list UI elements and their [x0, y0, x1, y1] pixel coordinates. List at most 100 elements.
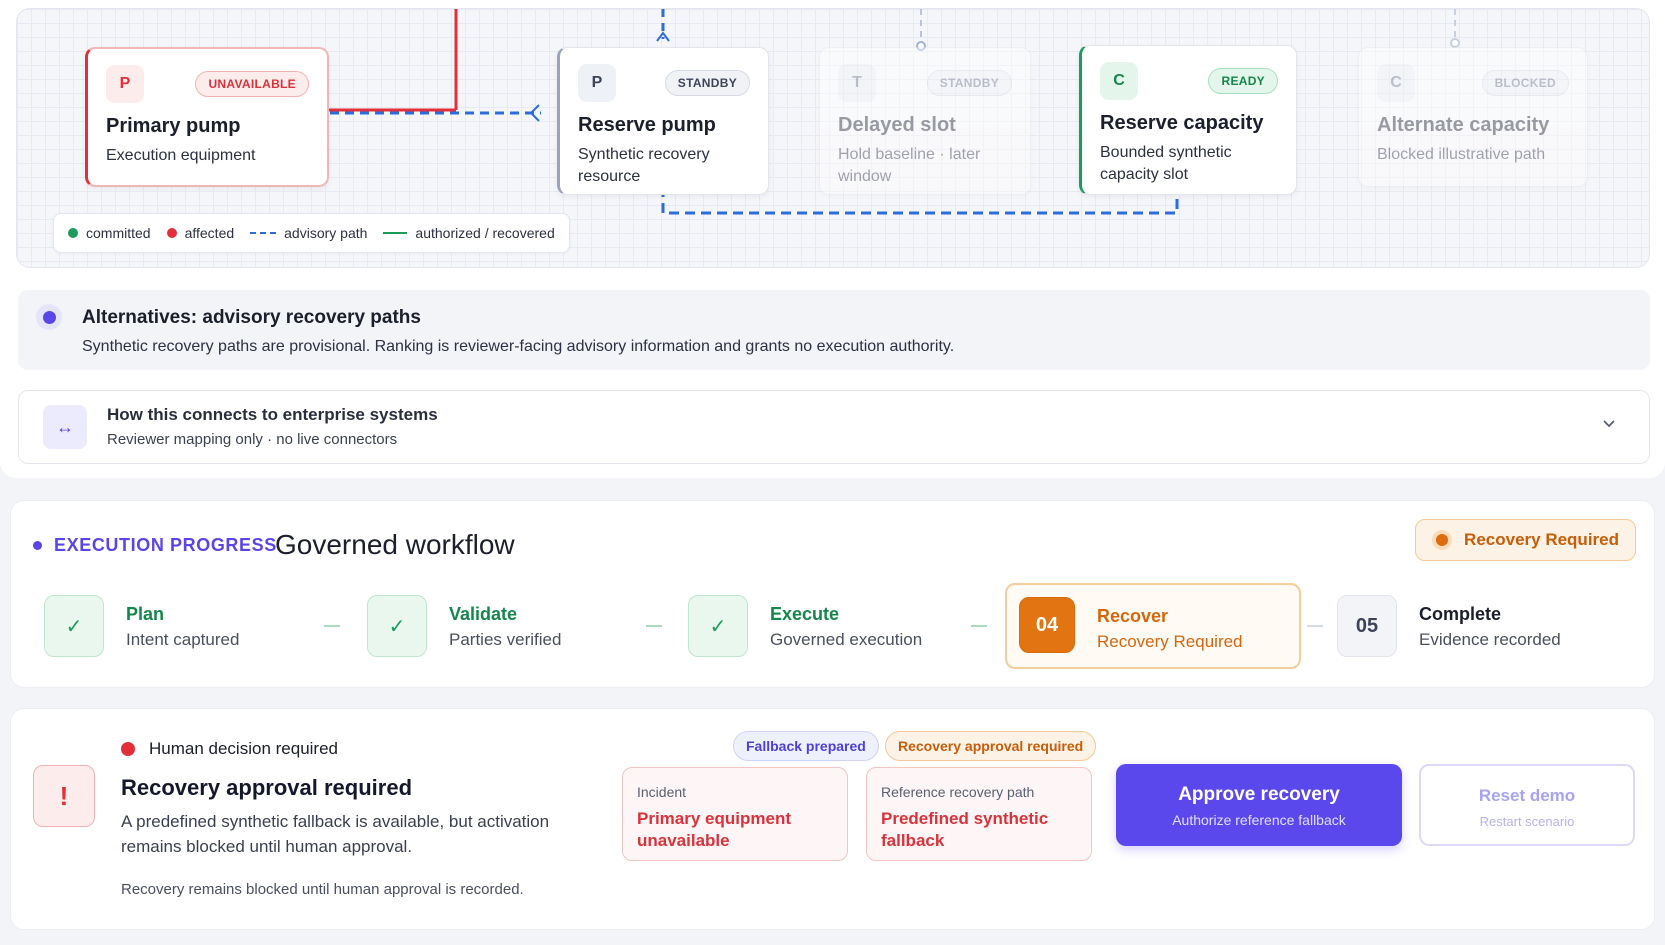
- decision-body: A predefined synthetic fallback is avail…: [121, 812, 550, 856]
- legend-advisory: advisory path: [250, 225, 367, 241]
- incident-box: Incident Primary equipment unavailable: [622, 767, 848, 861]
- alternatives-banner: Alternatives: advisory recovery paths Sy…: [18, 290, 1650, 370]
- accordion-subtitle: Reviewer mapping only · no live connecto…: [107, 431, 398, 448]
- step-description: Recovery Required: [1097, 632, 1243, 651]
- dependency-canvas: P UNAVAILABLE Primary pump Execution equ…: [16, 8, 1650, 268]
- node-title: Reserve capacity: [1100, 112, 1264, 134]
- alert-icon: !: [33, 765, 95, 827]
- approval-required-badge: Recovery approval required: [885, 731, 1097, 761]
- status-badge-unavailable: UNAVAILABLE: [195, 71, 309, 97]
- node-reserve-pump[interactable]: P STANDBY Reserve pump Synthetic recover…: [557, 47, 769, 195]
- node-tag: T: [838, 64, 876, 102]
- node-title: Delayed slot: [838, 114, 956, 136]
- node-alternate-capacity[interactable]: C BLOCKED Alternate capacity Blocked ill…: [1358, 47, 1588, 187]
- approve-label: Approve recovery: [1178, 784, 1340, 805]
- step-description: Evidence recorded: [1419, 630, 1561, 649]
- check-icon: ✓: [367, 595, 427, 657]
- step-description: Parties verified: [449, 630, 562, 649]
- approve-sublabel: Authorize reference fallback: [1172, 812, 1346, 828]
- reference-path-label: Reference recovery path: [881, 784, 1035, 800]
- step-name: Validate: [449, 604, 518, 624]
- check-icon: ✓: [44, 595, 104, 657]
- info-dot-icon: [36, 304, 62, 330]
- step-connector: [971, 625, 987, 627]
- node-tag: C: [1100, 62, 1138, 100]
- step-connector: [1307, 625, 1323, 627]
- node-subtitle: Blocked illustrative path: [1377, 146, 1546, 163]
- status-badge-standby: STANDBY: [664, 70, 750, 96]
- reference-path-box: Reference recovery path Predefined synth…: [866, 767, 1092, 861]
- legend-label: advisory path: [284, 225, 368, 241]
- node-tag: C: [1377, 64, 1415, 102]
- recovery-diagram-card: P UNAVAILABLE Primary pump Execution equ…: [0, 0, 1665, 478]
- diagram-legend: committed affected advisory path authori…: [53, 213, 570, 253]
- approve-recovery-button[interactable]: Approve recovery Authorize reference fal…: [1116, 764, 1402, 846]
- step-number: 05: [1337, 595, 1397, 657]
- status-badge-ready: READY: [1208, 68, 1278, 94]
- accordion-title: How this connects to enterprise systems: [107, 405, 438, 424]
- arrows-horizontal-icon: ↔: [43, 405, 87, 449]
- step-description: Governed execution: [770, 630, 923, 649]
- alternatives-title: Alternatives: advisory recovery paths: [82, 307, 421, 328]
- status-badge-recovery: Recovery Required: [1415, 519, 1636, 561]
- node-tag: P: [106, 65, 144, 103]
- execution-progress-card: EXECUTION PROGRESS Governed workflow Rec…: [10, 500, 1655, 688]
- node-title: Reserve pump: [578, 114, 716, 136]
- solid-line-icon: [383, 232, 408, 234]
- status-label: Recovery Required: [1464, 530, 1619, 549]
- node-subtitle: Synthetic recovery resource: [578, 146, 710, 185]
- node-reserve-capacity[interactable]: C READY Reserve capacity Bounded synthet…: [1079, 45, 1297, 195]
- chevron-down-icon[interactable]: [1601, 415, 1617, 431]
- alert-dot-icon: [121, 742, 135, 756]
- status-badge-standby: STANDBY: [926, 70, 1012, 96]
- step-name: Recover: [1097, 606, 1169, 626]
- node-subtitle: Execution equipment: [106, 147, 256, 164]
- legend-label: authorized / recovered: [415, 225, 555, 241]
- affected-dot-icon: [166, 228, 177, 238]
- workflow-heading: Governed workflow: [275, 529, 515, 560]
- node-subtitle: Hold baseline · later window: [838, 146, 981, 185]
- legend-affected: affected: [166, 225, 235, 241]
- advisory-arrow-right: [529, 104, 540, 122]
- check-icon: ✓: [688, 595, 748, 657]
- step-name: Complete: [1419, 604, 1502, 624]
- eyebrow-dot-icon: [33, 541, 42, 550]
- incident-value: Primary equipment unavailable: [637, 809, 791, 850]
- node-primary-pump[interactable]: P UNAVAILABLE Primary pump Execution equ…: [85, 47, 329, 187]
- legend-label: committed: [86, 225, 151, 241]
- eyebrow-label: EXECUTION PROGRESS: [54, 535, 277, 555]
- node-title: Primary pump: [106, 115, 241, 137]
- legend-label: affected: [184, 225, 235, 241]
- reset-label: Reset demo: [1478, 786, 1576, 805]
- reset-demo-button[interactable]: Reset demo Restart scenario: [1419, 764, 1635, 846]
- legend-authorized: authorized / recovered: [383, 225, 555, 241]
- node-delayed-slot[interactable]: T STANDBY Delayed slot Hold baseline · l…: [819, 47, 1031, 195]
- step-connector: [646, 625, 662, 627]
- node-subtitle: Bounded synthetic capacity slot: [1100, 144, 1232, 183]
- node-tag: P: [578, 64, 616, 102]
- section-eyebrow: EXECUTION PROGRESS: [33, 535, 277, 556]
- step-connector: [324, 625, 340, 627]
- reset-sublabel: Restart scenario: [1479, 814, 1575, 829]
- step-name: Plan: [126, 604, 165, 624]
- step-name: Execute: [770, 604, 840, 624]
- node-title: Alternate capacity: [1377, 114, 1550, 136]
- decision-footnote: Recovery remains blocked until human app…: [121, 881, 524, 898]
- incident-label: Incident: [637, 784, 687, 800]
- status-badge-blocked: BLOCKED: [1481, 70, 1569, 96]
- kicker-label: Human decision required: [149, 739, 338, 758]
- fallback-prepared-badge: Fallback prepared: [733, 731, 879, 761]
- dashed-line-icon: [250, 232, 277, 234]
- step-description: Intent captured: [126, 630, 240, 649]
- status-dot-icon: [1432, 530, 1453, 550]
- reference-path-value: Predefined synthetic fallback: [881, 809, 1049, 850]
- enterprise-connections-accordion[interactable]: ↔ How this connects to enterprise system…: [18, 390, 1650, 464]
- human-decision-card: ! Human decision required Recovery appro…: [10, 708, 1655, 930]
- legend-committed: committed: [68, 225, 151, 241]
- alternatives-text: Synthetic recovery paths are provisional…: [82, 338, 955, 355]
- step-number: 04: [1019, 597, 1075, 653]
- committed-dot-icon: [68, 228, 78, 238]
- decision-kicker: Human decision required: [121, 739, 338, 759]
- decision-title: Recovery approval required: [121, 775, 413, 800]
- alternate-wire-end: [1450, 38, 1460, 48]
